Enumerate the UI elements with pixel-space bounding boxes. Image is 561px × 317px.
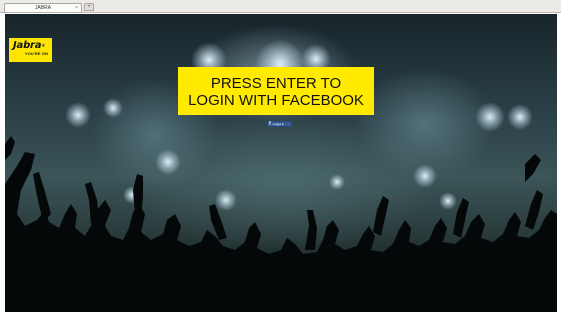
browser-tab[interactable]: JABRA ×: [4, 3, 82, 12]
tab-title: JABRA: [34, 5, 52, 11]
jabra-wordmark: Jabra®: [13, 40, 46, 51]
close-icon[interactable]: ×: [75, 4, 78, 12]
plus-icon: +: [87, 4, 91, 10]
login-prompt-text: PRESS ENTER TO LOGIN WITH FACEBOOK: [188, 75, 364, 109]
jabra-logo: Jabra® YOU'RE ON: [9, 38, 52, 62]
facebook-login-label: Logga in: [272, 122, 285, 126]
facebook-icon: f: [269, 121, 271, 127]
jabra-tagline: YOU'RE ON: [24, 51, 48, 56]
crowd-silhouette: [5, 136, 557, 312]
facebook-login-button[interactable]: f Logga in: [267, 121, 292, 127]
new-tab-button[interactable]: +: [84, 3, 94, 11]
page-viewport: Jabra® YOU'RE ON PRESS ENTER TO LOGIN WI…: [5, 14, 557, 312]
login-prompt-banner: PRESS ENTER TO LOGIN WITH FACEBOOK: [178, 67, 374, 115]
browser-tab-bar: JABRA × +: [0, 0, 561, 13]
